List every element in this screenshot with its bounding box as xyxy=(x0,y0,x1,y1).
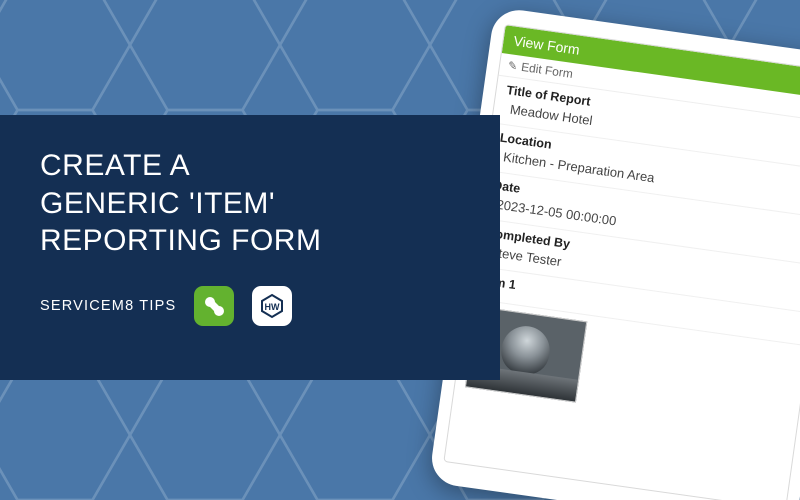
panel-subtitle: SERVICEM8 TIPS xyxy=(40,298,176,314)
svg-text:HW: HW xyxy=(265,302,280,312)
pencil-icon: ✎ xyxy=(507,59,518,73)
form-body: Title of Report Meadow Hotel Location Ki… xyxy=(455,76,800,434)
heading-line-1: CREATE A xyxy=(40,149,190,182)
subtitle-row: SERVICEM8 TIPS HW xyxy=(40,286,460,326)
servicem8-logo-icon xyxy=(194,286,234,326)
edit-form-label: Edit Form xyxy=(520,60,573,81)
panel-heading: CREATE A GENERIC 'ITEM' REPORTING FORM xyxy=(40,147,460,260)
hw-logo-icon: HW xyxy=(252,286,292,326)
heading-line-2: GENERIC 'ITEM' xyxy=(40,187,275,220)
promo-graphic: View Form × ✎ Edit Form Title of Report … xyxy=(0,0,800,500)
title-panel: CREATE A GENERIC 'ITEM' REPORTING FORM S… xyxy=(0,115,500,380)
heading-line-3: REPORTING FORM xyxy=(40,224,321,257)
